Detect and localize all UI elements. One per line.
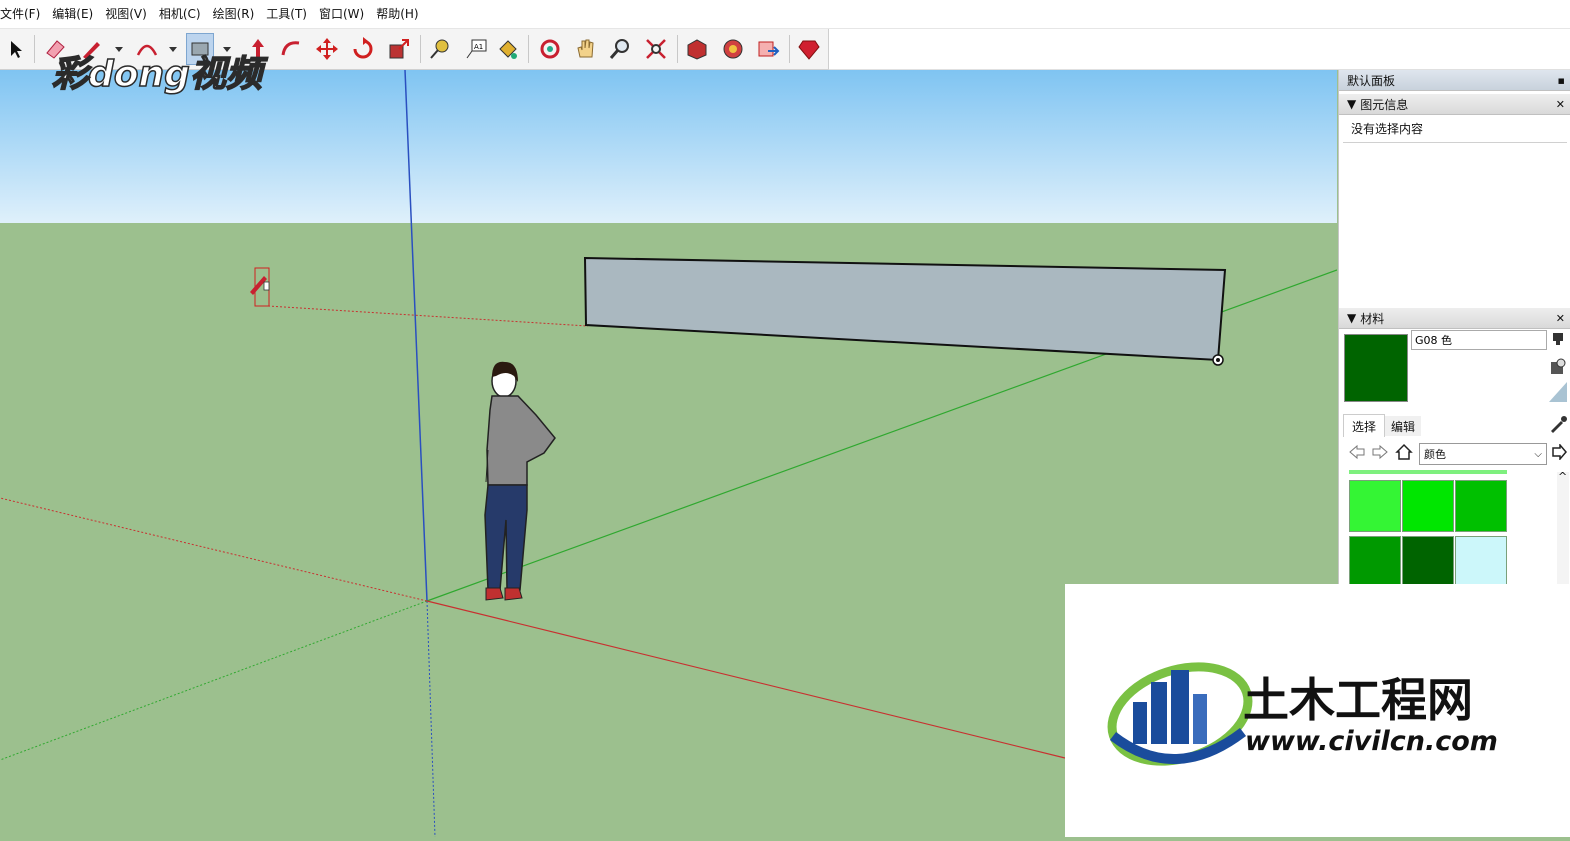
chevron-up-icon[interactable]: ^ — [1558, 470, 1567, 483]
hand-icon — [577, 39, 594, 58]
forward-arrow-icon[interactable] — [1372, 444, 1388, 460]
collapse-triangle-icon: ▼ — [1347, 97, 1357, 111]
tape-measure-icon — [430, 39, 449, 59]
blue-axis-dotted — [426, 600, 436, 837]
caidong-video-watermark: 彩dong视频 — [51, 53, 268, 96]
material-name-input[interactable] — [1411, 330, 1547, 350]
menu-file[interactable]: 文件(F) — [0, 0, 46, 28]
orbit-tool-button[interactable] — [537, 35, 563, 63]
pencil-cursor-icon — [250, 267, 270, 307]
default-tray: 默认面板 ▪ ▼ 图元信息 ✕ 没有选择内容 ▼ 材料 ✕ 选择 编辑 颜色 ⌵ — [1338, 70, 1570, 584]
person-figure — [484, 361, 556, 601]
paint-bucket-icon — [499, 40, 517, 59]
material-swatch[interactable] — [1455, 480, 1507, 532]
collapse-triangle-icon: ▼ — [1347, 311, 1357, 325]
zoom-extents-tool-button[interactable] — [643, 35, 669, 63]
scale-tool-button[interactable] — [386, 35, 412, 63]
inference-guide — [267, 305, 589, 327]
zoom-tool-button[interactable] — [607, 35, 633, 63]
divider — [1343, 142, 1567, 143]
details-arrow-icon[interactable] — [1551, 442, 1567, 462]
tray-title-bar: 默认面板 ▪ — [1339, 70, 1570, 91]
library-selected-value: 颜色 — [1424, 448, 1446, 461]
rotate-tool-button[interactable] — [350, 35, 376, 63]
share-model-icon — [758, 41, 780, 57]
drawn-rectangle[interactable] — [583, 256, 1227, 362]
select-tool-button[interactable] — [3, 35, 29, 63]
share-model-button[interactable] — [755, 35, 781, 63]
svg-text:彩dong视频: 彩dong视频 — [52, 54, 268, 95]
display-secondary-icon[interactable] — [1551, 332, 1565, 346]
materials-header[interactable]: ▼ 材料 ✕ — [1339, 308, 1570, 329]
paint-bucket-tool-button[interactable] — [495, 35, 521, 63]
menu-camera[interactable]: 相机(C) — [153, 0, 207, 28]
material-library-select[interactable]: 颜色 ⌵ — [1419, 443, 1547, 465]
tab-select[interactable]: 选择 — [1343, 414, 1385, 437]
scale-icon — [389, 39, 409, 59]
civilcn-logo: 土木工程网 www.civilcn.com — [1107, 662, 1498, 766]
materials-title: 材料 — [1360, 311, 1385, 326]
current-material-swatch — [1344, 334, 1408, 402]
material-swatch[interactable] — [1402, 480, 1454, 532]
tray-title: 默认面板 — [1347, 73, 1396, 88]
red-axis-dotted — [0, 497, 428, 602]
move-tool-button[interactable] — [314, 35, 340, 63]
home-icon[interactable] — [1395, 443, 1413, 461]
toolbar-empty-area — [829, 29, 1570, 70]
magnifier-icon — [609, 39, 629, 59]
no-selection-text: 没有选择内容 — [1351, 122, 1424, 136]
svg-text:A1: A1 — [474, 43, 483, 51]
pan-tool-button[interactable] — [573, 35, 599, 63]
swatch-scrollbar[interactable]: ^ — [1557, 470, 1569, 584]
blue-axis — [404, 70, 428, 602]
menu-tools[interactable]: 工具(T) — [260, 0, 313, 28]
eyedropper-icon[interactable] — [1549, 415, 1567, 433]
svg-text:土木工程网: 土木工程网 — [1243, 673, 1473, 727]
back-arrow-icon[interactable] — [1349, 444, 1365, 460]
text-label-icon: A1 — [466, 39, 487, 59]
text-tool-button[interactable]: A1 — [463, 35, 489, 63]
material-swatch[interactable] — [1402, 536, 1454, 584]
close-icon[interactable]: ✕ — [1556, 98, 1565, 111]
rotate-icon — [353, 37, 373, 59]
components-icon — [723, 39, 743, 59]
ruby-gem-icon — [798, 40, 820, 60]
pin-icon[interactable]: ▪ — [1558, 74, 1565, 87]
extension-warehouse-button[interactable] — [796, 35, 822, 63]
civilcn-logo-card: 土木工程网 www.civilcn.com — [1065, 584, 1570, 837]
entity-info-title: 图元信息 — [1360, 97, 1409, 112]
orbit-icon — [540, 39, 560, 59]
green-axis-dotted — [0, 600, 428, 761]
menu-help[interactable]: 帮助(H) — [370, 0, 424, 28]
3d-warehouse-icon — [687, 39, 707, 60]
arrow-cursor-icon — [11, 41, 22, 58]
menu-view[interactable]: 视图(V) — [99, 0, 153, 28]
zoom-extents-icon — [646, 39, 666, 59]
menu-bar: 文件(F) 编辑(E) 视图(V) 相机(C) 绘图(R) 工具(T) 窗口(W… — [0, 0, 1570, 29]
tab-edit[interactable]: 编辑 — [1385, 416, 1421, 436]
tape-measure-tool-button[interactable] — [427, 35, 453, 63]
default-material-icon[interactable] — [1549, 382, 1567, 402]
material-swatch-grid — [1343, 470, 1559, 584]
components-button[interactable] — [720, 35, 746, 63]
entity-info-header[interactable]: ▼ 图元信息 ✕ — [1339, 94, 1570, 115]
swatch-row-partial — [1349, 470, 1507, 474]
material-swatch[interactable] — [1349, 480, 1401, 532]
material-swatch[interactable] — [1349, 536, 1401, 584]
menu-draw[interactable]: 绘图(R) — [207, 0, 261, 28]
move-icon — [316, 38, 338, 60]
menu-window[interactable]: 窗口(W) — [313, 0, 370, 28]
create-material-icon[interactable] — [1549, 358, 1567, 376]
svg-text:www.civilcn.com: www.civilcn.com — [1245, 726, 1498, 757]
chevron-down-icon: ⌵ — [1534, 448, 1542, 460]
warehouse-button[interactable] — [684, 35, 710, 63]
close-icon[interactable]: ✕ — [1556, 312, 1565, 325]
material-swatch[interactable] — [1455, 536, 1507, 584]
menu-edit[interactable]: 编辑(E) — [46, 0, 99, 28]
red-axis — [426, 600, 1066, 759]
